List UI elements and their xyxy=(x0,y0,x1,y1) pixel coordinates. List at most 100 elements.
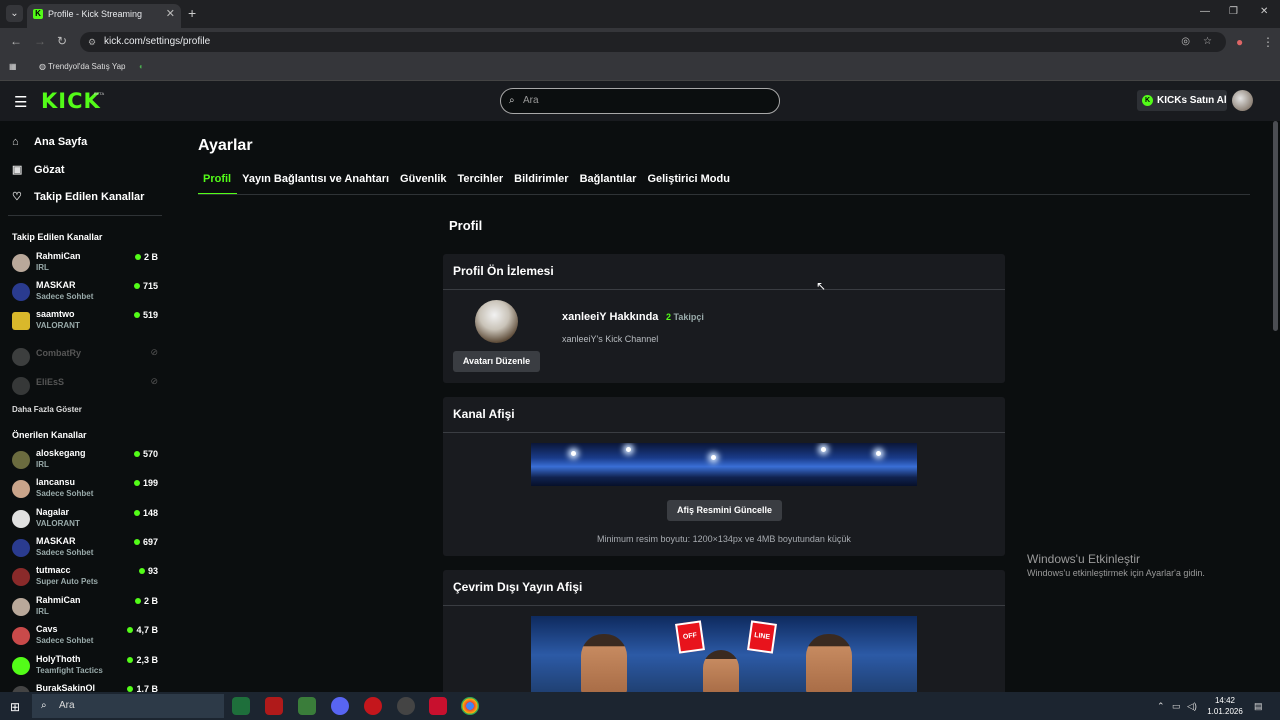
tab-stream-key[interactable]: Yayın Bağlantısı ve Anahtarı xyxy=(242,173,389,195)
tab-connections[interactable]: Bağlantılar xyxy=(580,173,637,195)
windows-taskbar: ⊞ ⌕ Ara ⌃ ▭ ◁) 14:42 1.01.2026 ▤ xyxy=(0,692,1280,720)
app-icon[interactable] xyxy=(364,697,382,715)
heart-icon: ♡ xyxy=(12,191,22,203)
site-info-icon[interactable]: ⚙ xyxy=(88,32,96,52)
clock-date: 1.01.2026 xyxy=(1207,707,1243,716)
tab-notifications[interactable]: Bildirimler xyxy=(514,173,568,195)
minimize-icon[interactable]: — xyxy=(1200,6,1210,17)
app-icon[interactable] xyxy=(232,697,250,715)
channel-avatar xyxy=(12,480,30,498)
eye-slash-icon[interactable]: ◎ xyxy=(1181,32,1190,52)
extension-icon[interactable]: ● xyxy=(1236,35,1243,49)
followed-channel-offline[interactable]: CombatRy ⊘ xyxy=(12,345,162,371)
url-field[interactable]: ⚙ kick.com/settings/profile ◎ ☆ xyxy=(80,32,1226,52)
kick-page: ☰ KICK BETA ⌕ Ara K KICKs Satın Al ⌂ Ana … xyxy=(0,81,1280,692)
menu-dots-icon[interactable]: ⋮ xyxy=(1262,35,1274,49)
hamburger-menu-icon[interactable]: ☰ xyxy=(14,93,27,111)
new-tab-icon[interactable]: + xyxy=(188,5,196,21)
tab-developer[interactable]: Geliştirici Modu xyxy=(647,173,730,195)
offline-icon: ⊘ xyxy=(150,376,158,386)
viewer-count: 1,7 B xyxy=(127,684,158,692)
followed-channel[interactable]: saamtwo VALORANT 519 xyxy=(12,309,162,335)
discord-icon[interactable] xyxy=(331,697,349,715)
bookmark-item[interactable]: ◍ Trendyol'da Satış Yap xyxy=(39,62,126,71)
tab-security[interactable]: Güvenlik xyxy=(400,173,446,195)
volume-icon[interactable]: ◁) xyxy=(1187,701,1197,712)
windows-start-icon[interactable]: ⊞ xyxy=(10,700,20,714)
tray-chevron-icon[interactable]: ⌃ xyxy=(1157,701,1165,712)
forward-icon[interactable]: → xyxy=(34,34,46,48)
followed-channel-offline[interactable]: EliEsS ⊘ xyxy=(12,374,162,400)
channel-avatar xyxy=(12,451,30,469)
search-input[interactable]: ⌕ Ara xyxy=(500,88,780,114)
sidebar-item-following[interactable]: ♡ Takip Edilen Kanallar xyxy=(12,190,144,203)
app-icon[interactable] xyxy=(265,697,283,715)
apps-grid-icon[interactable]: ▦ xyxy=(9,62,17,71)
bookmark-label: Trendyol'da Satış Yap xyxy=(48,62,126,71)
recommended-channel[interactable]: lancansu Sadece Sohbet 199 xyxy=(12,477,162,503)
recommended-channel[interactable]: aloskegang IRL 570 xyxy=(12,448,162,474)
viewer-count: 715 xyxy=(134,281,158,291)
tab-profile[interactable]: Profil xyxy=(198,173,238,195)
channel-name: MASKAR xyxy=(36,536,76,546)
bookmarks-bar xyxy=(0,56,1280,81)
restore-icon[interactable]: ❐ xyxy=(1229,6,1238,17)
card-title: Profil Ön İzlemesi xyxy=(453,264,554,278)
browser-tab[interactable]: K Profile - Kick Streaming ✕ xyxy=(27,4,181,28)
sidebar-item-browse[interactable]: ▣ Gözat xyxy=(12,163,65,176)
close-tab-icon[interactable]: ✕ xyxy=(166,4,175,24)
kick-logo[interactable]: KICK xyxy=(41,89,101,113)
viewer-count: 2 B xyxy=(135,252,158,262)
recommended-channel[interactable]: tutmacc Super Auto Pets 93 xyxy=(12,565,162,591)
edit-avatar-button[interactable]: Avatarı Düzenle xyxy=(453,351,540,372)
buy-kicks-button[interactable]: K KICKs Satın Al xyxy=(1137,90,1227,111)
channel-avatar xyxy=(12,348,30,366)
channel-category: VALORANT xyxy=(36,321,80,330)
beta-label: BETA xyxy=(94,91,105,96)
profile-avatar xyxy=(475,300,518,343)
star-icon[interactable]: ☆ xyxy=(1203,32,1212,52)
line-sign: LINE xyxy=(747,620,777,654)
channel-name: Nagalar xyxy=(36,507,70,517)
chrome-icon[interactable] xyxy=(461,697,479,715)
show-more-link[interactable]: Daha Fazla Göster xyxy=(12,405,82,414)
recommended-channel[interactable]: Cavs Sadece Sohbet 4,7 B xyxy=(12,624,162,650)
sidebar-item-home[interactable]: ⌂ Ana Sayfa xyxy=(12,136,87,148)
valorant-icon[interactable] xyxy=(429,697,447,715)
update-banner-button[interactable]: Afiş Resmini Güncelle xyxy=(667,500,782,521)
tab-title: Profile - Kick Streaming xyxy=(48,9,143,19)
channel-avatar xyxy=(12,568,30,586)
notification-icon[interactable]: ▤ xyxy=(1254,701,1263,712)
close-window-icon[interactable]: ✕ xyxy=(1260,6,1268,17)
tab-preferences[interactable]: Tercihler xyxy=(458,173,504,195)
player-figure xyxy=(806,634,852,692)
card-divider xyxy=(443,289,1005,290)
xbox-icon[interactable] xyxy=(298,697,316,715)
google-icon[interactable]: ◐ xyxy=(139,62,144,71)
settings-tabs: Profil Yayın Bağlantısı ve Anahtarı Güve… xyxy=(198,173,741,195)
page-scrollbar[interactable] xyxy=(1273,121,1278,331)
reload-icon[interactable]: ↻ xyxy=(57,34,67,48)
back-icon[interactable]: ← xyxy=(10,34,22,48)
activation-watermark-title: Windows'u Etkinleştir xyxy=(1027,552,1140,566)
taskbar-clock[interactable]: 14:42 1.01.2026 xyxy=(1202,695,1248,717)
search-icon: ⌕ xyxy=(509,95,515,106)
tab-search-dropdown-icon[interactable]: ⌄ xyxy=(6,5,23,22)
card-title: Çevrim Dışı Yayın Afişi xyxy=(453,580,583,594)
taskbar-search[interactable]: ⌕ Ara xyxy=(32,694,224,718)
followed-channel[interactable]: RahmiCan IRL 2 B xyxy=(12,251,162,277)
app-icon[interactable] xyxy=(397,697,415,715)
offline-banner-card: Çevrim Dışı Yayın Afişi OFF LINE xyxy=(443,570,1005,692)
followed-channel[interactable]: MASKAR Sadece Sohbet 715 xyxy=(12,280,162,306)
recommended-channel[interactable]: RahmiCan IRL 2 B xyxy=(12,595,162,621)
recommended-channel[interactable]: MASKAR Sadece Sohbet 697 xyxy=(12,536,162,562)
recommended-channel[interactable]: Nagalar VALORANT 148 xyxy=(12,507,162,533)
viewer-count: 570 xyxy=(134,449,158,459)
channel-category: IRL xyxy=(36,460,49,469)
user-avatar[interactable] xyxy=(1232,90,1253,111)
channel-avatar xyxy=(12,312,30,330)
network-icon[interactable]: ▭ xyxy=(1172,701,1181,712)
recommended-channel[interactable]: BurakSakinOl 1,7 B xyxy=(12,683,162,692)
recommended-channel[interactable]: HolyThoth Teamfight Tactics 2,3 B xyxy=(12,654,162,680)
search-placeholder: Ara xyxy=(523,95,539,106)
